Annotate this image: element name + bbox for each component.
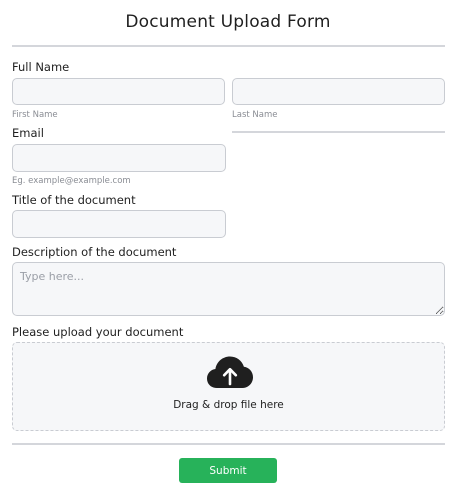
first-name-input[interactable] [12, 78, 225, 105]
document-title-label: Title of the document [12, 193, 136, 207]
footer-divider [12, 443, 445, 445]
description-label: Description of the document [12, 245, 177, 259]
email-label: Email [12, 126, 44, 140]
email-input[interactable] [12, 144, 226, 172]
last-name-input[interactable] [232, 78, 445, 105]
document-upload-form: Document Upload Form Full Name First Nam… [0, 0, 456, 497]
submit-button[interactable]: Submit [179, 458, 277, 483]
form-title: Document Upload Form [125, 12, 331, 32]
document-title-input[interactable] [12, 210, 226, 238]
first-name-hint: First Name [12, 110, 58, 120]
title-divider [12, 45, 445, 47]
last-name-divider [232, 131, 445, 133]
dropzone-text: Drag & drop file here [173, 399, 284, 411]
description-textarea[interactable] [12, 262, 445, 316]
file-dropzone[interactable]: Drag & drop file here [12, 342, 445, 431]
cloud-upload-icon [207, 356, 253, 388]
email-hint: Eg. example@example.com [12, 176, 131, 186]
full-name-label: Full Name [12, 60, 70, 74]
upload-label: Please upload your document [12, 325, 184, 339]
last-name-hint: Last Name [232, 110, 278, 120]
